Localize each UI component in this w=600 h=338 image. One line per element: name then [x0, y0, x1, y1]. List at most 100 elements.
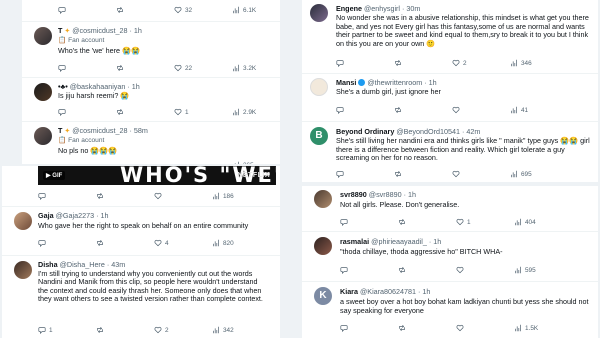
- avatar[interactable]: [310, 78, 328, 96]
- views-button[interactable]: 365: [232, 161, 254, 164]
- tweet[interactable]: Engene @enhysgirl · 30m No wonder she wa…: [302, 0, 598, 72]
- tweet[interactable]: K Kiara @Kiara80624781 · 1h a sweet boy …: [302, 284, 598, 338]
- display-name[interactable]: T: [58, 26, 62, 35]
- avatar[interactable]: K: [314, 287, 332, 305]
- display-name[interactable]: T: [58, 126, 62, 135]
- retweet-button[interactable]: [116, 6, 124, 14]
- like-button[interactable]: [452, 170, 460, 178]
- handle[interactable]: @svr8890: [369, 190, 402, 199]
- retweet-button[interactable]: [394, 59, 402, 67]
- reply-button[interactable]: [336, 170, 344, 178]
- retweet-button[interactable]: [398, 266, 406, 274]
- views-button[interactable]: 6.1K: [232, 6, 256, 14]
- handle[interactable]: @Disha_Here: [60, 260, 105, 269]
- avatar[interactable]: [14, 261, 32, 279]
- reply-button[interactable]: [340, 218, 348, 226]
- retweet-button[interactable]: [116, 108, 124, 116]
- timestamp[interactable]: · 1h: [130, 26, 142, 35]
- tweet[interactable]: Disha @Disha_Here · 43m I'm still trying…: [2, 258, 280, 338]
- retweet-button[interactable]: [398, 324, 406, 332]
- timestamp[interactable]: · 58m: [130, 126, 148, 135]
- timestamp[interactable]: · 1h: [404, 190, 416, 199]
- tweet[interactable]: B Beyond Ordinary @BeyondOrd10541 · 42m …: [302, 124, 598, 182]
- reply-button[interactable]: [38, 239, 46, 247]
- handle[interactable]: @enhysgirl: [364, 4, 400, 13]
- handle[interactable]: @cosmicdust_28: [72, 26, 127, 35]
- timestamp[interactable]: · 30m: [402, 4, 420, 13]
- tweet[interactable]: T ✦ @cosmicdust_28 · 1h 📋 Fan account Wh…: [22, 24, 280, 76]
- avatar[interactable]: [310, 4, 328, 22]
- avatar[interactable]: [314, 237, 332, 255]
- tweet[interactable]: Mansi @thewrittenroom · 1h She's a dumb …: [302, 75, 598, 120]
- like-button[interactable]: 1: [174, 108, 189, 116]
- views-button[interactable]: 1.5K: [514, 324, 538, 332]
- like-button[interactable]: [456, 324, 464, 332]
- reply-button[interactable]: [58, 6, 66, 14]
- display-name[interactable]: Mansi: [336, 78, 356, 87]
- retweet-button[interactable]: [394, 170, 402, 178]
- like-button[interactable]: [452, 106, 460, 114]
- like-button[interactable]: [154, 192, 162, 200]
- display-name[interactable]: Gaja: [38, 211, 54, 220]
- avatar[interactable]: [14, 212, 32, 230]
- views-button[interactable]: 820: [212, 239, 234, 247]
- reply-button[interactable]: [58, 64, 66, 72]
- views-button[interactable]: 346: [510, 59, 532, 67]
- handle[interactable]: @thewrittenroom: [367, 78, 422, 87]
- like-button[interactable]: 32: [174, 6, 192, 14]
- views-button[interactable]: 3.2K: [232, 64, 256, 72]
- avatar[interactable]: B: [310, 127, 328, 145]
- timestamp[interactable]: · 42m: [462, 127, 480, 136]
- retweet-button[interactable]: [116, 64, 124, 72]
- retweet-button[interactable]: [394, 106, 402, 114]
- display-name[interactable]: Disha: [38, 260, 58, 269]
- views-button[interactable]: 595: [514, 266, 536, 274]
- timestamp[interactable]: · 1h: [127, 82, 139, 91]
- timestamp[interactable]: · 1h: [429, 237, 441, 246]
- handle[interactable]: @BeyondOrd10541: [396, 127, 460, 136]
- timestamp[interactable]: · 1h: [424, 78, 436, 87]
- handle[interactable]: @Kiara80624781: [360, 287, 416, 296]
- handle[interactable]: @Gaja2273: [56, 211, 94, 220]
- handle[interactable]: @cosmicdust_28: [72, 126, 127, 135]
- avatar[interactable]: [314, 190, 332, 208]
- timestamp[interactable]: · 1h: [96, 211, 108, 220]
- avatar[interactable]: [34, 83, 52, 101]
- tweet[interactable]: rasmalai @phirieaayaadil_ · 1h "thoda ch…: [302, 234, 598, 280]
- like-button[interactable]: [456, 266, 464, 274]
- like-button[interactable]: 2: [452, 59, 467, 67]
- reply-button[interactable]: [58, 108, 66, 116]
- display-name[interactable]: Kiara: [340, 287, 358, 296]
- reply-button[interactable]: [38, 192, 46, 200]
- reply-button[interactable]: [336, 106, 344, 114]
- views-button[interactable]: 41: [510, 106, 528, 114]
- tweet[interactable]: svr8890 @svr8890 · 1h Not all girls. Ple…: [302, 187, 598, 230]
- views-button[interactable]: 404: [514, 218, 536, 226]
- tweet[interactable]: Gaja @Gaja2273 · 1h Who gave her the rig…: [2, 209, 280, 254]
- reply-button[interactable]: [340, 266, 348, 274]
- retweet-button[interactable]: [398, 218, 406, 226]
- handle[interactable]: @phirieaayaadil_: [371, 237, 427, 246]
- display-name[interactable]: Engene: [336, 4, 362, 13]
- retweet-button[interactable]: [96, 192, 104, 200]
- display-name[interactable]: rasmalai: [340, 237, 369, 246]
- reply-button[interactable]: [340, 324, 348, 332]
- handle[interactable]: @baskahaaniyan: [70, 82, 126, 91]
- views-button[interactable]: 342: [212, 326, 234, 334]
- timestamp[interactable]: · 43m: [107, 260, 125, 269]
- retweet-button[interactable]: [96, 326, 104, 334]
- like-button[interactable]: 1: [456, 218, 471, 226]
- views-button[interactable]: 2.9K: [232, 108, 256, 116]
- video-thumbnail[interactable]: ▶ GIF WHO'S "WE" NETFLIX: [38, 166, 276, 185]
- views-button[interactable]: 695: [510, 170, 532, 178]
- tweet[interactable]: •♣• @baskahaaniyan · 1h Is jiju harsh re…: [22, 80, 280, 120]
- reply-button[interactable]: 1: [38, 326, 53, 334]
- like-button[interactable]: 2: [154, 326, 169, 334]
- retweet-button[interactable]: [96, 239, 104, 247]
- reply-button[interactable]: [336, 59, 344, 67]
- display-name[interactable]: Beyond Ordinary: [336, 127, 394, 136]
- tweet[interactable]: T ✦ @cosmicdust_28 · 58m 📋 Fan account N…: [22, 124, 280, 164]
- avatar[interactable]: [34, 27, 52, 45]
- display-name[interactable]: svr8890: [340, 190, 367, 199]
- views-button[interactable]: 186: [212, 192, 234, 200]
